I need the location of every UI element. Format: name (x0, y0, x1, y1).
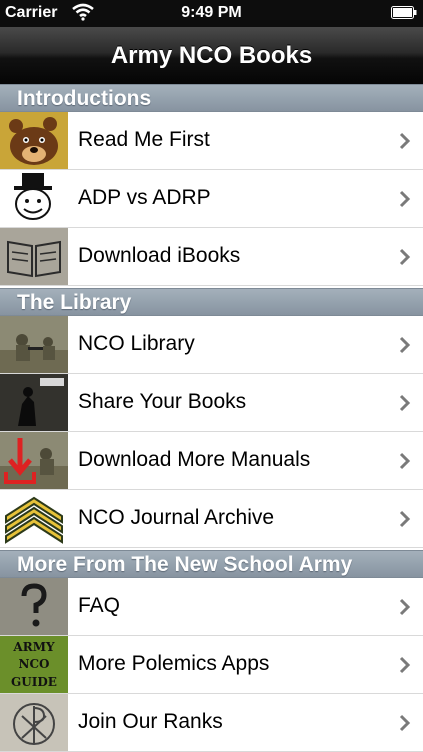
question-mark-icon (0, 578, 68, 635)
soldiers-photo-icon (0, 316, 68, 373)
list-item-read-me-first[interactable]: Read Me First (0, 112, 423, 170)
chevron-right-icon (399, 510, 411, 528)
list-item-adp-vs-adrp[interactable]: ADP vs ADRP (0, 170, 423, 228)
section-header-introductions: Introductions (0, 84, 423, 112)
section-title: Introductions (17, 87, 152, 110)
list-item-label: Share Your Books (78, 390, 247, 413)
list-item-nco-journal-archive[interactable]: NCO Journal Archive (0, 490, 423, 548)
list-item-label: NCO Library (78, 332, 195, 355)
chi-rho-icon (0, 694, 68, 751)
list-item-label: More Polemics Apps (78, 652, 270, 675)
section-header-more-from-the-new-school-army: More From The New School Army (0, 550, 423, 578)
army-nco-guide-icon: ARMY NCO GUIDE (0, 636, 68, 693)
svg-text:NCO: NCO (19, 657, 50, 671)
chevron-right-icon (399, 248, 411, 266)
list-item-label: Join Our Ranks (78, 710, 223, 733)
manual-cover-icon (0, 374, 68, 431)
section-title: More From The New School Army (17, 553, 353, 576)
top-hat-face-icon (0, 170, 68, 227)
svg-text:GUIDE: GUIDE (11, 675, 57, 689)
chevron-right-icon (399, 452, 411, 470)
list-item-download-more-manuals[interactable]: Download More Manuals (0, 432, 423, 490)
open-book-icon (0, 228, 68, 285)
chevron-right-icon (399, 132, 411, 150)
list-item-share-your-books[interactable]: Share Your Books (0, 374, 423, 432)
list-item-label: NCO Journal Archive (78, 506, 275, 529)
chevron-right-icon (399, 336, 411, 354)
status-bar: Carrier 9:49 PM (0, 0, 423, 27)
navigation-bar: Army NCO Books (0, 27, 423, 85)
list-item-label: Download iBooks (78, 244, 241, 267)
list-item-join-our-ranks[interactable]: Join Our Ranks (0, 694, 423, 752)
sergeant-chevron-icon (0, 490, 68, 547)
section-header-the-library: The Library (0, 288, 423, 316)
list-item-label: Read Me First (78, 128, 210, 151)
chevron-right-icon (399, 394, 411, 412)
battery-icon (391, 6, 417, 19)
download-arrow-photo-icon (0, 432, 68, 489)
svg-text:ARMY: ARMY (12, 640, 55, 654)
list-item-label: FAQ (78, 594, 121, 617)
list-item-download-ibooks[interactable]: Download iBooks (0, 228, 423, 286)
chevron-right-icon (399, 598, 411, 616)
bear-icon (0, 112, 68, 169)
section-title: The Library (17, 291, 132, 314)
chevron-right-icon (399, 656, 411, 674)
list-item-label: ADP vs ADRP (78, 186, 211, 209)
list-item-faq[interactable]: FAQ (0, 578, 423, 636)
list-item-more-polemics-apps[interactable]: ARMY NCO GUIDE More Polemics Apps (0, 636, 423, 694)
clock: 9:49 PM (181, 4, 242, 21)
chevron-right-icon (399, 714, 411, 732)
chevron-right-icon (399, 190, 411, 208)
list-item-nco-library[interactable]: NCO Library (0, 316, 423, 374)
list-item-label: Download More Manuals (78, 448, 311, 471)
page-title: Army NCO Books (110, 41, 313, 69)
